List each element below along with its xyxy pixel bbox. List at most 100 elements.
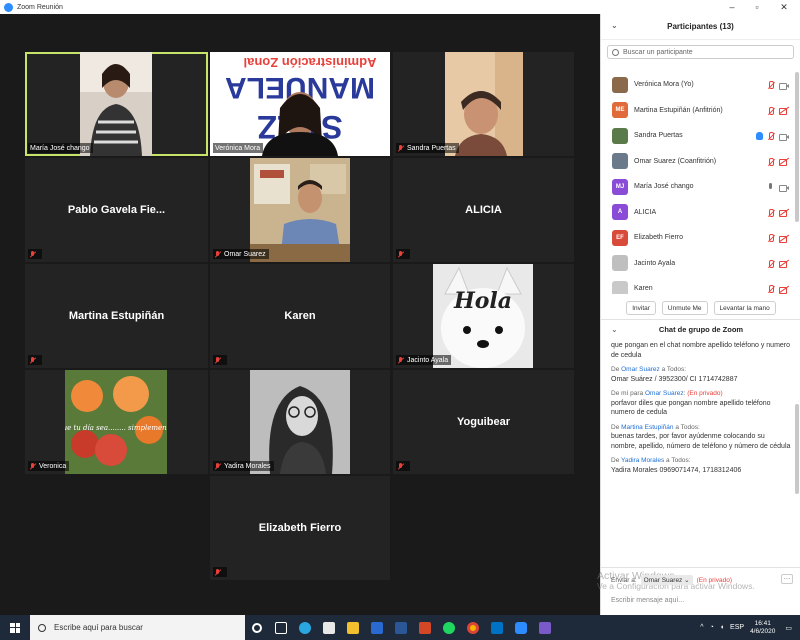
video-tile[interactable]: Karen (210, 264, 390, 368)
chat-message-sender: De Martina Estupiñán a Todos: (611, 423, 791, 433)
participant-row[interactable]: MJ María José chango (601, 174, 795, 200)
notifications-icon[interactable]: ▭ (785, 624, 792, 632)
powerpoint-icon[interactable] (413, 615, 437, 640)
video-tile[interactable]: Hola Jacinto Ayala (393, 264, 574, 368)
avatar: ME (612, 102, 628, 119)
chat-recipient: a Todos: (659, 366, 687, 373)
word-icon[interactable] (389, 615, 413, 640)
mail-icon[interactable] (365, 615, 389, 640)
video-tile[interactable]: Omar Suarez (210, 158, 390, 262)
chat-scrollbar[interactable] (795, 404, 799, 494)
clock-date: 4/6/2020 (750, 627, 776, 635)
chat-sender-name[interactable]: Omar Suarez (645, 390, 684, 397)
muted-mic-icon (768, 259, 774, 268)
participant-search-input[interactable]: Buscar un participante (607, 45, 794, 59)
unmute-me-button[interactable]: Unmute Me (661, 301, 708, 315)
participant-row[interactable]: Karen (601, 276, 795, 294)
volume-icon[interactable]: ◖ (720, 624, 724, 631)
window-titlebar: Zoom Reunión – ▫ ✕ (0, 0, 800, 14)
video-tile[interactable]: ALICIA (393, 158, 574, 262)
video-tile[interactable]: Sandra Puertas (393, 52, 574, 156)
muted-mic-icon (30, 250, 36, 258)
chat-sender-name[interactable]: Omar Suarez (621, 366, 660, 373)
participant-photo: Administración Zonal MANUELA SÁEZ (210, 52, 390, 156)
tile-name: Verónica Mora (215, 144, 261, 152)
video-tile[interactable]: Martina Estupiñán (25, 264, 208, 368)
svg-text:Administración Zonal: Administración Zonal (244, 55, 377, 70)
participants-header: ⌄ Participantes (13) (601, 14, 800, 40)
send-to-selector: Enviar a: Omar Suarez ⌄ (En privado) (611, 575, 732, 585)
muted-mic-icon (398, 250, 404, 258)
chevron-up-icon[interactable]: ^ (700, 624, 703, 631)
windows-logo-icon (10, 622, 20, 633)
avatar (612, 280, 628, 294)
video-tile[interactable]: Pablo Gavela Fie... (25, 158, 208, 262)
video-tile[interactable]: Administración Zonal MANUELA SÁEZ Veróni… (210, 52, 390, 156)
chat-recipient: : (683, 390, 686, 397)
clock[interactable]: 16:41 4/6/2020 (750, 620, 775, 636)
chat-sender-prefix: De (611, 457, 621, 464)
photos-icon[interactable] (533, 615, 557, 640)
tile-name-label: María José chango (28, 143, 93, 153)
participant-row[interactable]: ME Martina Estupiñán (Anfitrión) (601, 98, 795, 124)
file-explorer-icon[interactable] (341, 615, 365, 640)
network-icon[interactable]: ◔ (710, 624, 714, 631)
participant-row[interactable]: A ALICIA (601, 200, 795, 226)
participant-name: Yoguibear (457, 416, 510, 428)
participant-row[interactable]: Omar Suarez (Coanfitrión) (601, 149, 795, 175)
tile-name-label (28, 249, 42, 259)
system-tray: ^ ◔ ◖ ESP 16:41 4/6/2020 ▭ (700, 615, 800, 640)
video-tile[interactable]: Yadira Morales (210, 370, 390, 474)
chat-sender-name[interactable]: Yadira Morales (621, 457, 664, 464)
cortana-icon[interactable] (245, 615, 269, 640)
video-tile[interactable]: Yoguibear (393, 370, 574, 474)
task-view-icon[interactable] (269, 615, 293, 640)
window-title: Zoom Reunión (17, 3, 63, 11)
raise-hand-button[interactable]: Levantar la mano (713, 301, 776, 315)
invite-button[interactable]: Invitar (626, 301, 656, 315)
participants-scrollbar[interactable] (795, 72, 799, 222)
collapse-chevron-icon[interactable]: ⌄ (611, 21, 618, 30)
video-gallery: María José chango Administración Zonal M… (0, 14, 600, 615)
tile-name-label: Omar Suarez (213, 249, 269, 259)
chat-sender-name[interactable]: Martina Estupiñán (621, 424, 673, 431)
more-options-icon[interactable]: … (781, 574, 793, 584)
taskbar-search-input[interactable]: Escribe aquí para buscar (30, 615, 245, 640)
start-button[interactable] (0, 615, 30, 640)
chrome-icon[interactable] (461, 615, 485, 640)
minimize-button[interactable]: – (720, 0, 744, 14)
participant-name: Pablo Gavela Fie... (67, 204, 166, 216)
zoom-taskbar-icon[interactable] (509, 615, 533, 640)
send-to-target: Omar Suarez (643, 577, 683, 584)
store-icon[interactable] (317, 615, 341, 640)
tile-name: María José chango (30, 144, 90, 152)
participant-row[interactable]: Sandra Puertas (601, 123, 795, 149)
tile-name-label (28, 355, 42, 365)
participant-row[interactable]: Verónica Mora (Yo) (601, 72, 795, 98)
chat-message-input[interactable]: Escribir mensaje aquí... (611, 597, 684, 604)
spotify-icon[interactable] (437, 615, 461, 640)
svg-text:Que tu día sea........ simplem: Que tu día sea........ simplemente bello (65, 424, 167, 432)
avatar (612, 153, 628, 170)
video-tile[interactable]: María José chango (25, 52, 208, 156)
chat-message-text: buenas tardes, por favor ayúdenme coloca… (611, 433, 791, 450)
video-tile[interactable]: Elizabeth Fierro (210, 476, 390, 580)
collapse-chevron-icon[interactable]: ⌄ (611, 325, 618, 334)
send-to-dropdown[interactable]: Omar Suarez ⌄ (640, 575, 693, 585)
participant-row[interactable]: EF Elizabeth Fierro (601, 225, 795, 251)
avatar (612, 127, 628, 144)
maximize-button[interactable]: ▫ (745, 0, 769, 14)
outlook-icon[interactable] (485, 615, 509, 640)
language-indicator[interactable]: ESP (730, 624, 744, 631)
edge-icon[interactable] (293, 615, 317, 640)
chat-recipient: a Todos: (664, 457, 691, 464)
participant-row[interactable]: Jacinto Ayala (601, 251, 795, 277)
video-tile[interactable]: Que tu día sea........ simplemente bello… (25, 370, 208, 474)
close-button[interactable]: ✕ (772, 0, 796, 14)
send-to-label: Enviar a: (611, 576, 637, 584)
private-tag: (En privado) (696, 576, 732, 584)
avatar: MJ (612, 178, 628, 195)
participant-row-name: María José chango (634, 183, 694, 191)
raised-hand-icon (756, 132, 763, 140)
search-icon (38, 623, 46, 632)
